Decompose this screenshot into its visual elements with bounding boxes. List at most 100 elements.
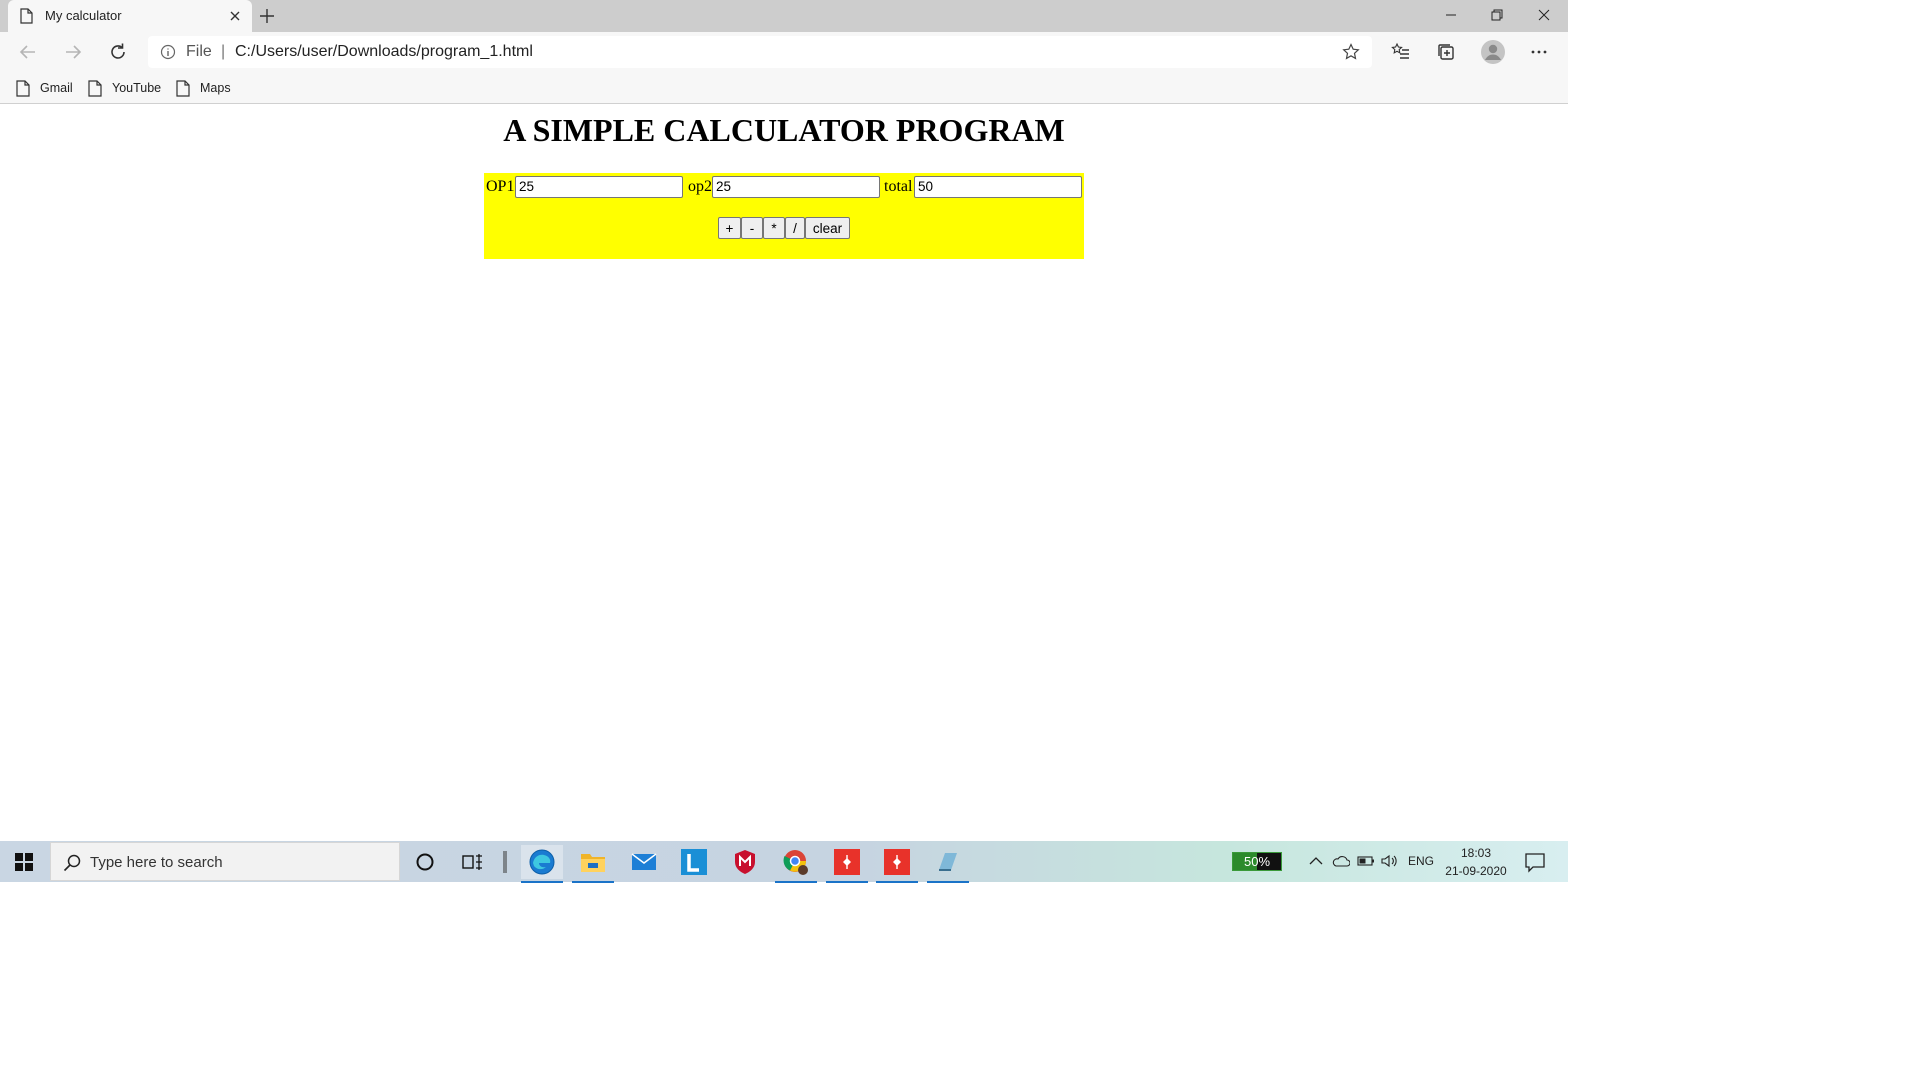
language-indicator[interactable]: ENG (1408, 854, 1434, 868)
search-placeholder: Type here to search (90, 854, 223, 871)
page-icon (176, 79, 190, 97)
restore-icon (1491, 9, 1503, 21)
git-icon (834, 849, 860, 875)
bookmark-label: Maps (200, 81, 231, 95)
forward-button[interactable] (59, 38, 87, 66)
clear-button[interactable]: clear (805, 217, 850, 239)
tab-title: My calculator (45, 8, 122, 23)
file-explorer-icon (581, 854, 605, 872)
chrome-icon (783, 850, 808, 875)
notification-icon[interactable] (1524, 851, 1546, 873)
op2-label: op2 (688, 178, 712, 195)
running-indicator (876, 881, 918, 883)
favorites-button[interactable] (1387, 38, 1415, 66)
info-icon[interactable] (160, 44, 176, 60)
bookmark-label: YouTube (112, 81, 162, 95)
l-app-taskbar-button[interactable] (673, 845, 715, 879)
edge-taskbar-button[interactable] (521, 845, 563, 883)
onedrive-tray-button[interactable] (1331, 851, 1351, 871)
l-app-icon (681, 849, 707, 875)
page-icon (88, 79, 102, 97)
divide-button[interactable]: / (785, 217, 805, 239)
address-bar[interactable]: File | C:/Users/user/Downloads/program_1… (148, 36, 1372, 68)
close-window-button[interactable] (1521, 0, 1567, 30)
cloud-icon (1332, 856, 1350, 867)
notes-app-taskbar-button[interactable] (927, 845, 969, 883)
battery-indicator[interactable]: 50% (1232, 852, 1282, 871)
volume-tray-button[interactable] (1380, 851, 1400, 871)
clock-time[interactable]: 18:03 (1444, 846, 1508, 860)
arrow-left-icon (19, 45, 35, 59)
taskbar-search[interactable]: Type here to search (50, 842, 400, 881)
clock-date[interactable]: 21-09-2020 (1444, 864, 1508, 878)
close-tab-icon[interactable] (227, 8, 243, 24)
total-label: total (884, 178, 913, 195)
volume-icon (1381, 854, 1397, 868)
minimize-button[interactable] (1428, 0, 1474, 30)
running-indicator (572, 881, 614, 883)
restore-button[interactable] (1474, 0, 1520, 30)
git-icon (884, 849, 910, 875)
start-button[interactable] (0, 841, 48, 882)
active-indicator (521, 881, 563, 883)
divider-icon (503, 851, 507, 873)
avatar (1481, 40, 1505, 64)
minimize-icon (1446, 14, 1456, 16)
browser-tab[interactable]: My calculator (8, 0, 252, 32)
cortana-button[interactable] (404, 845, 446, 879)
running-indicator (775, 881, 817, 883)
mcafee-icon (735, 850, 755, 874)
running-indicator (826, 881, 868, 883)
git-taskbar-button-1[interactable] (826, 845, 868, 883)
page-title: A SIMPLE CALCULATOR PROGRAM (503, 112, 1065, 148)
bookmarks-bar: Gmail YouTube Maps (0, 72, 1568, 104)
taskbar: Type here to search 50% ENG 18:03 21-09-… (0, 841, 1568, 883)
tab-strip: My calculator (0, 0, 1568, 32)
more-button[interactable] (1525, 38, 1553, 66)
subtract-button[interactable]: - (741, 217, 763, 239)
more-icon (1531, 50, 1547, 54)
new-tab-icon[interactable] (258, 7, 276, 25)
edge-icon (529, 849, 555, 875)
task-view-icon (462, 854, 482, 870)
multiply-button[interactable]: * (763, 217, 785, 239)
favorites-list-icon (1391, 42, 1409, 59)
git-taskbar-button-2[interactable] (876, 845, 918, 883)
add-button[interactable]: + (718, 217, 741, 239)
chrome-taskbar-button[interactable] (775, 845, 817, 883)
address-url[interactable]: C:/Users/user/Downloads/program_1.html (235, 43, 533, 61)
bookmark-gmail[interactable]: Gmail (16, 78, 73, 98)
arrow-right-icon (66, 45, 82, 59)
total-input[interactable]: 50 (914, 176, 1082, 198)
battery-icon (1357, 856, 1374, 866)
refresh-button[interactable] (104, 38, 132, 66)
file-explorer-taskbar-button[interactable] (572, 845, 614, 883)
bookmark-label: Gmail (40, 81, 73, 95)
op1-label: OP1 (486, 178, 515, 195)
chevron-up-icon (1309, 857, 1323, 865)
page-icon (20, 8, 33, 24)
back-button[interactable] (14, 38, 42, 66)
close-icon (1538, 9, 1550, 21)
op1-input[interactable]: 25 (515, 176, 683, 198)
mail-icon (631, 853, 657, 870)
calculator-form: OP1 25 op2 25 total 50 + - * / clear (484, 173, 1084, 259)
search-icon (63, 854, 81, 872)
battery-tray-button[interactable] (1356, 851, 1376, 871)
bookmark-youtube[interactable]: YouTube (88, 78, 161, 98)
show-hidden-icons-button[interactable] (1306, 851, 1326, 871)
windows-icon (15, 852, 33, 871)
taskbar-divider (484, 845, 526, 879)
collections-button[interactable] (1432, 38, 1460, 66)
profile-button[interactable] (1479, 38, 1507, 66)
collections-icon (1438, 44, 1454, 60)
cortana-icon (416, 853, 434, 871)
bookmark-maps[interactable]: Maps (176, 78, 231, 98)
mcafee-taskbar-button[interactable] (724, 845, 766, 879)
op2-input[interactable]: 25 (712, 176, 880, 198)
address-separator: | (221, 43, 226, 60)
favorite-star-icon[interactable] (1342, 43, 1360, 61)
address-scheme: File (186, 43, 212, 60)
mail-taskbar-button[interactable] (623, 845, 665, 879)
running-indicator (927, 881, 969, 883)
